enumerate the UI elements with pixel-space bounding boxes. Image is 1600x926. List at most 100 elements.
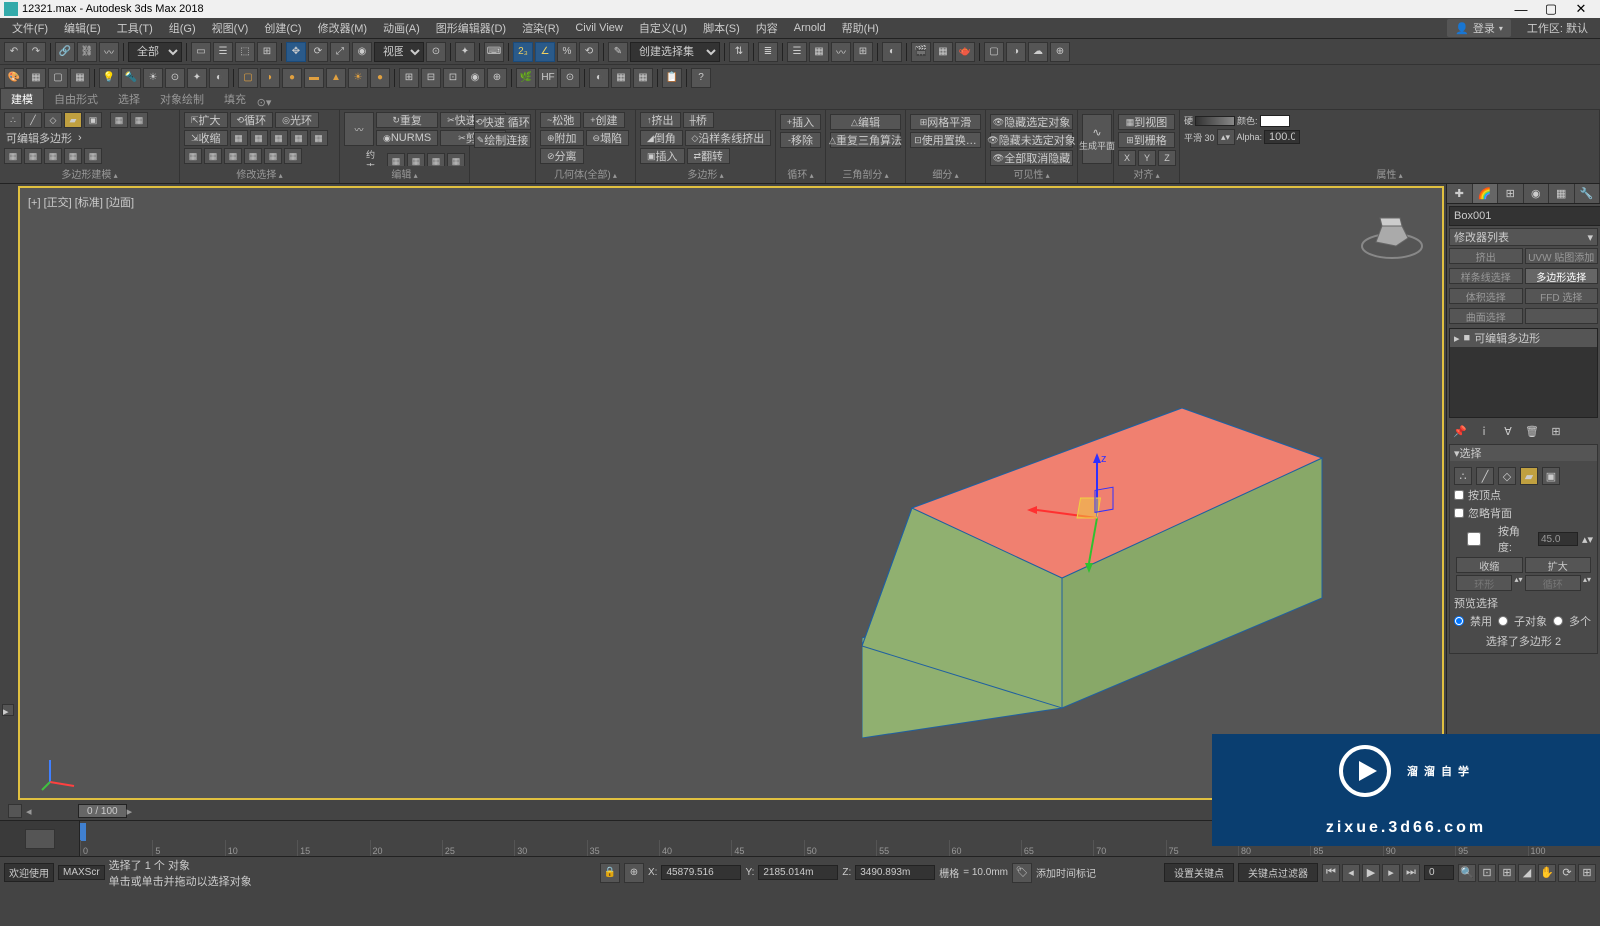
rb-togrid[interactable]: ⊞ 到栅格	[1118, 132, 1175, 148]
ribbon-tab-populate[interactable]: 填充	[214, 89, 256, 109]
named-sel-dropdown[interactable]: 创建选择集	[630, 42, 720, 62]
viewcube[interactable]	[1352, 198, 1432, 278]
rb-flip[interactable]: ⇄ 翻转	[687, 148, 731, 164]
cmd-tab-create[interactable]: ✚	[1447, 184, 1473, 203]
rb-usestack[interactable]: ⊡ 使用置换…	[910, 132, 981, 148]
cmd-tab-hierarchy[interactable]: ⊞	[1498, 184, 1524, 203]
rollout-selection-header[interactable]: ▾ 选择	[1450, 445, 1597, 461]
render-setup-button[interactable]: 🎬	[911, 42, 931, 62]
panel-hdr-modsel[interactable]: 修改选择	[180, 166, 339, 181]
tb2-g4[interactable]: ◉	[465, 68, 485, 88]
lock-selection-icon[interactable]: 🔒	[600, 863, 620, 883]
rb-ms11[interactable]: ▦	[284, 148, 302, 164]
rb-relax[interactable]: ~ 松弛	[540, 112, 581, 128]
so-polygon[interactable]: ▰	[1520, 467, 1538, 485]
panel-hdr-geoall[interactable]: 几何体(全部)	[536, 166, 635, 181]
menu-rendering[interactable]: 渲染(R)	[514, 20, 567, 36]
tb2-prim6[interactable]: ☀	[348, 68, 368, 88]
zoom-extents-icon[interactable]: ⊞	[1498, 864, 1516, 882]
viewport-perspective[interactable]: [+] [正交] [标准] [边面] z	[18, 186, 1444, 800]
rb-pm-1[interactable]: ▦	[4, 148, 22, 164]
tb2-1[interactable]: 🎨	[4, 68, 24, 88]
gutter-expand-button[interactable]: ▸	[2, 704, 14, 716]
schematic-view-button[interactable]: ⊞	[853, 42, 873, 62]
tb2-3[interactable]: ▢	[48, 68, 68, 88]
tb2-i3[interactable]: ▦	[633, 68, 653, 88]
mbtn-spline[interactable]: 样条线选择	[1449, 268, 1523, 284]
panel-hdr-subdiv[interactable]: 细分	[906, 166, 985, 181]
chk-byangle[interactable]	[1454, 532, 1494, 546]
rb-nurms[interactable]: ◉ NURMS	[376, 130, 438, 146]
stack-showend-icon[interactable]: ⅰ	[1477, 424, 1491, 438]
current-frame-input[interactable]	[1424, 865, 1454, 880]
layer-explorer-button[interactable]: ☰	[787, 42, 807, 62]
toggle-ribbon-button[interactable]: ▦	[809, 42, 829, 62]
menu-file[interactable]: 文件(F)	[4, 20, 56, 36]
so-edge[interactable]: ╱	[1476, 467, 1494, 485]
keyfilter-button[interactable]: 关键点过滤器	[1238, 863, 1318, 882]
rb-polygon[interactable]: ▰	[64, 112, 82, 128]
rb-ring[interactable]: ◎ 光环	[275, 112, 319, 128]
rb-msmooth[interactable]: ⊞ 网格平滑	[910, 114, 981, 130]
timeslider-right-arrow[interactable]: ▸	[127, 805, 139, 818]
curve-editor-button[interactable]: 〰	[831, 42, 851, 62]
rendered-frame-button[interactable]: ▦	[933, 42, 953, 62]
angle-snap-button[interactable]: ∠	[535, 42, 555, 62]
rb-y[interactable]: Y	[1138, 150, 1156, 166]
coord-y-input[interactable]	[758, 865, 838, 880]
stack-pin-icon[interactable]: 📌	[1453, 424, 1467, 438]
btn-shrink[interactable]: 收缩	[1456, 557, 1523, 573]
radio-multi[interactable]	[1553, 616, 1563, 626]
rb-ms5[interactable]: ▦	[310, 130, 328, 146]
rb-detach[interactable]: ⊘ 分离	[540, 148, 584, 164]
timeslider-left-arrow[interactable]: ◂	[26, 805, 38, 818]
select-move-button[interactable]: ✥	[286, 42, 306, 62]
next-frame-icon[interactable]: ▸	[1382, 864, 1400, 882]
rb-ms9[interactable]: ▦	[244, 148, 262, 164]
select-by-name-button[interactable]: ☰	[213, 42, 233, 62]
rb-repeat[interactable]: ↻ 重复	[376, 112, 438, 128]
render-activeshade-button[interactable]: ◑	[1006, 42, 1026, 62]
zoom-icon[interactable]: 🔍	[1458, 864, 1476, 882]
tb2-j1[interactable]: 📋	[662, 68, 682, 88]
rb-extrude[interactable]: ↑ 挤出	[640, 112, 681, 128]
tb2-prim4[interactable]: ▬	[304, 68, 324, 88]
stack-item-editpoly[interactable]: ▸■可编辑多边形	[1450, 329, 1597, 347]
render-production-button[interactable]: 🫖	[955, 42, 975, 62]
rb-pm-4[interactable]: ▦	[64, 148, 82, 164]
rb-ms10[interactable]: ▦	[264, 148, 282, 164]
tb2-g1[interactable]: ⊞	[399, 68, 419, 88]
mirror-button[interactable]: ⇅	[729, 42, 749, 62]
coord-x-input[interactable]	[661, 865, 741, 880]
rb-hideunsel[interactable]: 👁 隐藏未选定对象	[990, 132, 1073, 148]
rb-pm-5[interactable]: ▦	[84, 148, 102, 164]
rb-outline[interactable]: ◇ 沿样条线挤出	[685, 130, 771, 146]
tb2-prim5[interactable]: ▲	[326, 68, 346, 88]
fov-icon[interactable]: ◢	[1518, 864, 1536, 882]
so-vertex[interactable]: ∴	[1454, 467, 1472, 485]
ribbon-tab-freeform[interactable]: 自由形式	[44, 89, 108, 109]
btn-grow[interactable]: 扩大	[1525, 557, 1592, 573]
rb-tri-re[interactable]: △ 重复三角算法	[830, 132, 901, 148]
render-online-button[interactable]: ☁	[1028, 42, 1048, 62]
menu-tools[interactable]: 工具(T)	[109, 20, 161, 36]
rb-ms7[interactable]: ▦	[204, 148, 222, 164]
panel-hdr-edit[interactable]: 编辑	[340, 166, 469, 181]
trackbar-key-icon[interactable]	[25, 829, 55, 849]
tb2-2[interactable]: ▦	[26, 68, 46, 88]
tb2-h2[interactable]: HF	[538, 68, 558, 88]
hard-slider[interactable]	[1195, 116, 1235, 126]
panel-hdr-prop[interactable]: 属性	[1180, 166, 1599, 181]
unlink-button[interactable]: ⛓	[77, 42, 97, 62]
tb2-light1[interactable]: 💡	[99, 68, 119, 88]
rb-collapse[interactable]: ⊖ 塌陷	[586, 130, 630, 146]
rb-regen[interactable]: ∿生成平面	[1082, 114, 1112, 164]
stack-unique-icon[interactable]: ∀	[1501, 424, 1515, 438]
menu-create[interactable]: 创建(C)	[256, 20, 309, 36]
abs-transform-icon[interactable]: ⊕	[624, 863, 644, 883]
tb2-light6[interactable]: ◐	[209, 68, 229, 88]
render-iterative-button[interactable]: ▢	[984, 42, 1004, 62]
rb-bevel[interactable]: ◢ 倒角	[640, 130, 683, 146]
ribbon-expand-icon[interactable]: ⊙▾	[256, 96, 272, 109]
menu-arnold[interactable]: Arnold	[786, 22, 834, 34]
